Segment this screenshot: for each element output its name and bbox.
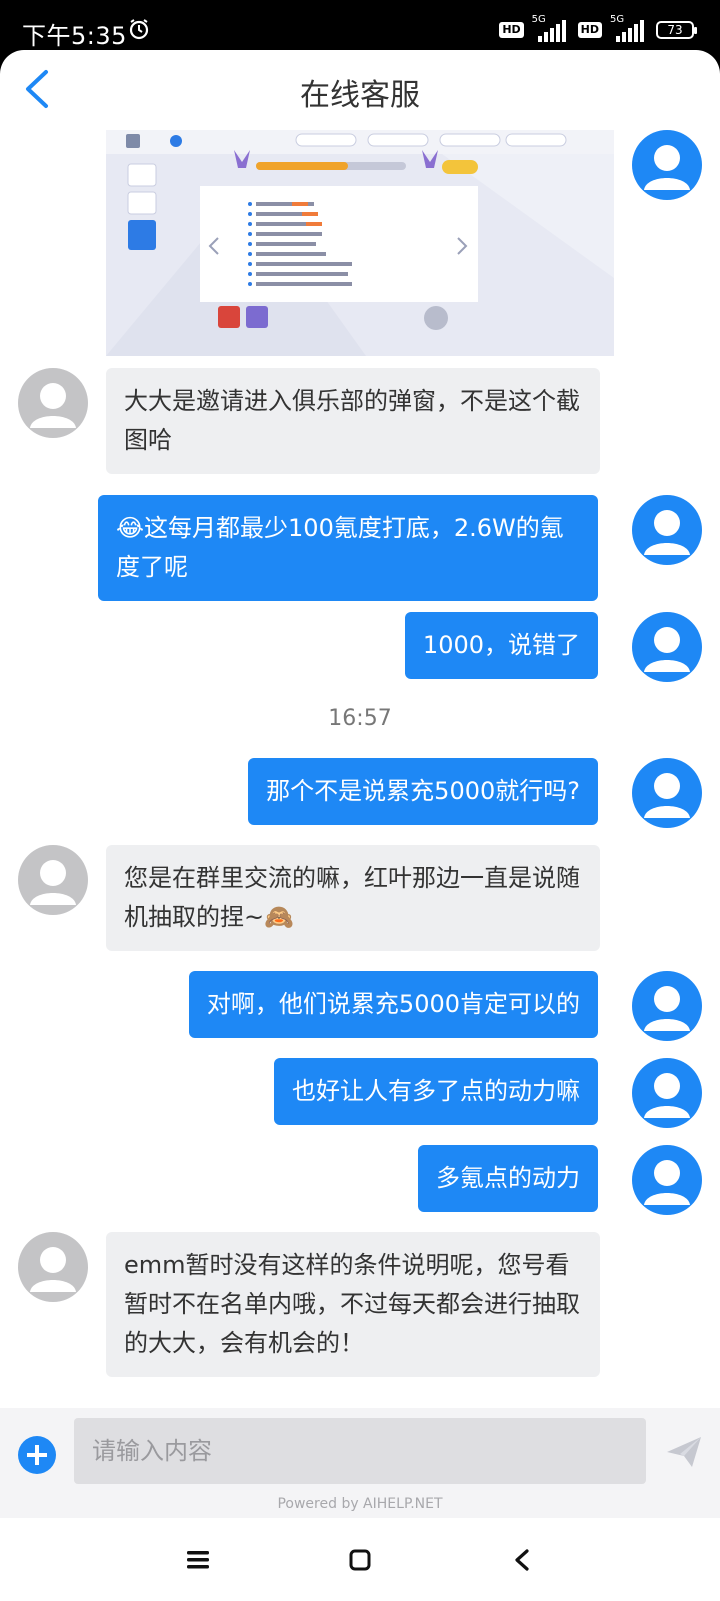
- game-screenshot-icon: [106, 130, 614, 356]
- system-nav-bar: [0, 1518, 720, 1601]
- my-avatar[interactable]: [632, 1058, 702, 1128]
- battery-level: 73: [667, 23, 683, 37]
- user-avatar-icon: [644, 145, 690, 190]
- user-avatar-icon: [30, 383, 76, 428]
- alarm-icon: [129, 19, 149, 40]
- input-bar: Powered by AIHELP.NET: [0, 1408, 720, 1518]
- battery-icon: 73: [656, 21, 697, 39]
- my-message: 1000，说错了: [404, 612, 598, 679]
- user-avatar-icon: [30, 1247, 76, 1292]
- agent-avatar[interactable]: [18, 845, 88, 915]
- my-message: 😂这每月都最少100氪度打底，2.6W的氪度了呢: [98, 495, 598, 601]
- my-message: 多氪点的动力: [418, 1145, 598, 1212]
- status-bar: 下午5:35 HD 5G HD 5G 73: [0, 0, 720, 56]
- signal-icon-2: 5G: [610, 14, 648, 42]
- my-message: 也好让人有多了点的动力嘛: [274, 1058, 598, 1125]
- status-time: 下午5:35: [22, 22, 127, 50]
- my-message: 对啊，他们说累充5000肯定可以的: [188, 971, 598, 1038]
- my-avatar[interactable]: [632, 1145, 702, 1215]
- my-avatar[interactable]: [632, 971, 702, 1041]
- powered-by: Powered by AIHELP.NET: [277, 1496, 443, 1512]
- user-avatar-icon: [30, 860, 76, 905]
- screenshot-image[interactable]: [106, 130, 614, 356]
- agent-message: 大大是邀请进入俱乐部的弹窗，不是这个截图哈: [106, 368, 600, 474]
- menu-icon[interactable]: [178, 1540, 218, 1580]
- agent-message: 您是在群里交流的嘛，红叶那边一直是说随机抽取的捏~🙈: [106, 845, 600, 951]
- chat-area[interactable]: 大大是邀请进入俱乐部的弹窗，不是这个截图哈 😂这每月都最少100氪度打底，2.6…: [0, 130, 720, 1458]
- my-message: 那个不是说累充5000就行吗?: [248, 758, 598, 825]
- hd-badge-2: HD: [577, 22, 602, 38]
- add-attachment-icon[interactable]: [18, 1436, 56, 1474]
- back-icon[interactable]: [502, 1540, 542, 1580]
- user-avatar-icon: [644, 1073, 690, 1118]
- agent-avatar[interactable]: [18, 368, 88, 438]
- timestamp: 16:57: [328, 706, 392, 731]
- signal-icon-1: 5G: [532, 14, 570, 42]
- user-avatar-icon: [644, 986, 690, 1031]
- my-avatar[interactable]: [632, 612, 702, 682]
- user-avatar-icon: [644, 510, 690, 555]
- app-window: 在线客服 大大是邀请进入俱乐部的弹窗，不是这个截图哈 😂这每月都最少100氪度打…: [0, 50, 720, 1518]
- message-row: [0, 130, 720, 360]
- agent-avatar[interactable]: [18, 1232, 88, 1302]
- my-avatar[interactable]: [632, 130, 702, 200]
- page-title: 在线客服: [300, 78, 420, 113]
- my-avatar[interactable]: [632, 758, 702, 828]
- user-avatar-icon: [644, 773, 690, 818]
- agent-message: emm暂时没有这样的条件说明呢，您号看暂时不在名单内哦，不过每天都会进行抽取的大…: [106, 1232, 600, 1377]
- user-avatar-icon: [644, 1160, 690, 1205]
- message-input[interactable]: [74, 1418, 646, 1484]
- hd-badge-1: HD: [499, 22, 524, 38]
- user-avatar-icon: [644, 627, 690, 672]
- send-icon[interactable]: [664, 1432, 704, 1472]
- home-icon[interactable]: [340, 1540, 380, 1580]
- my-avatar[interactable]: [632, 495, 702, 565]
- header: 在线客服: [0, 50, 720, 130]
